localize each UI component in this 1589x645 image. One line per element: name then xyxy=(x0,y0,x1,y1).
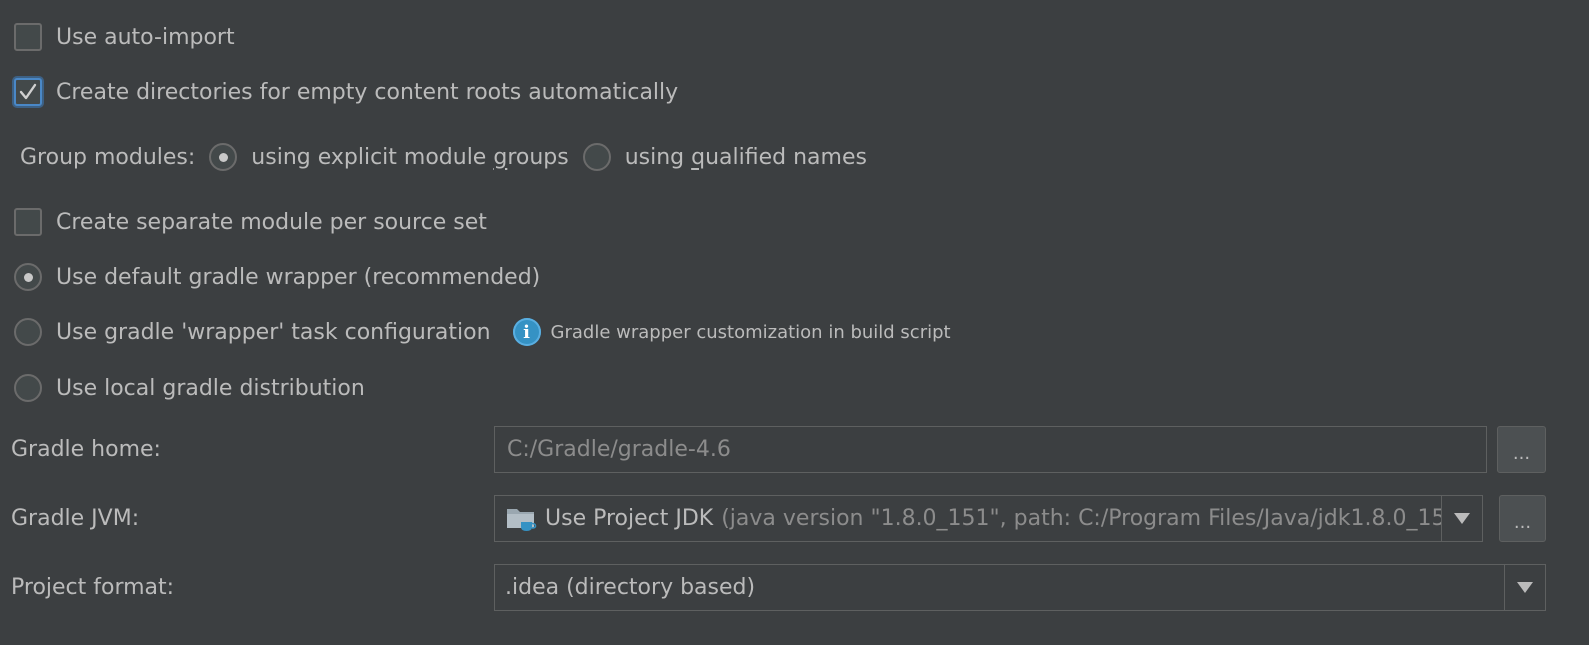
info-icon: i xyxy=(512,318,541,346)
project-format-dropdown-button[interactable] xyxy=(1504,565,1545,610)
explicit-module-groups-radio[interactable] xyxy=(209,143,238,171)
gradle-jvm-detail-text: (java version "1.8.0_151", path: C:/Prog… xyxy=(721,506,1441,531)
default-wrapper-radio[interactable] xyxy=(14,263,42,291)
gradle-jvm-label: Gradle JVM: xyxy=(11,506,140,531)
gradle-home-label: Gradle home: xyxy=(11,437,161,462)
default-wrapper-option[interactable]: Use default gradle wrapper (recommended) xyxy=(14,260,540,294)
chevron-down-icon xyxy=(1454,513,1470,524)
gradle-jvm-dropdown-button[interactable] xyxy=(1441,496,1482,541)
wrapper-task-radio[interactable] xyxy=(14,318,42,346)
gradle-jvm-dropdown[interactable]: Use Project JDK (java version "1.8.0_151… xyxy=(494,495,1483,542)
wrapper-task-label: Use gradle 'wrapper' task configuration xyxy=(56,319,491,345)
folder-icon xyxy=(507,508,537,531)
auto-import-label: Use auto-import xyxy=(56,24,235,50)
wrapper-customization-hint: Gradle wrapper customization in build sc… xyxy=(550,321,951,343)
separate-module-option[interactable]: Create separate module per source set xyxy=(14,205,487,239)
gradle-home-value: C:/Gradle/gradle-4.6 xyxy=(507,437,731,462)
local-distribution-option[interactable]: Use local gradle distribution xyxy=(14,371,365,405)
default-wrapper-label: Use default gradle wrapper (recommended) xyxy=(56,264,541,290)
gradle-jvm-browse-button[interactable]: ... xyxy=(1499,495,1546,542)
separate-module-checkbox[interactable] xyxy=(14,208,42,236)
project-format-dropdown[interactable]: .idea (directory based) xyxy=(494,564,1546,611)
gradle-home-browse-button[interactable]: ... xyxy=(1497,426,1546,473)
gradle-jvm-main-text: Use Project JDK xyxy=(545,506,714,531)
separate-module-label: Create separate module per source set xyxy=(56,209,487,235)
local-distribution-label: Use local gradle distribution xyxy=(56,375,365,401)
wrapper-task-option[interactable]: Use gradle 'wrapper' task configuration … xyxy=(14,315,951,349)
group-modules-row: Group modules: using explicit module gro… xyxy=(20,140,867,174)
radio-selected-dot xyxy=(218,152,228,162)
local-distribution-radio[interactable] xyxy=(14,374,42,402)
check-icon xyxy=(19,83,37,100)
qualified-names-label[interactable]: using qualified names xyxy=(625,145,867,170)
create-directories-label: Create directories for empty content roo… xyxy=(56,79,679,105)
project-format-value: .idea (directory based) xyxy=(495,575,1504,600)
gradle-settings-panel: Use auto-import Create directories for e… xyxy=(0,0,1589,645)
gradle-jvm-value: Use Project JDK (java version "1.8.0_151… xyxy=(495,505,1441,533)
project-format-text: .idea (directory based) xyxy=(505,575,756,600)
auto-import-checkbox[interactable] xyxy=(14,23,42,51)
project-format-label: Project format: xyxy=(11,575,175,600)
radio-selected-dot xyxy=(23,272,33,282)
create-directories-option[interactable]: Create directories for empty content roo… xyxy=(14,75,678,109)
create-directories-checkbox[interactable] xyxy=(14,78,42,106)
chevron-down-icon xyxy=(1517,582,1533,593)
auto-import-option[interactable]: Use auto-import xyxy=(14,20,235,54)
qualified-names-radio[interactable] xyxy=(582,143,611,171)
explicit-module-groups-label[interactable]: using explicit module groups xyxy=(251,145,568,170)
group-modules-label: Group modules: xyxy=(20,144,196,170)
gradle-home-input[interactable]: C:/Gradle/gradle-4.6 xyxy=(494,426,1487,473)
